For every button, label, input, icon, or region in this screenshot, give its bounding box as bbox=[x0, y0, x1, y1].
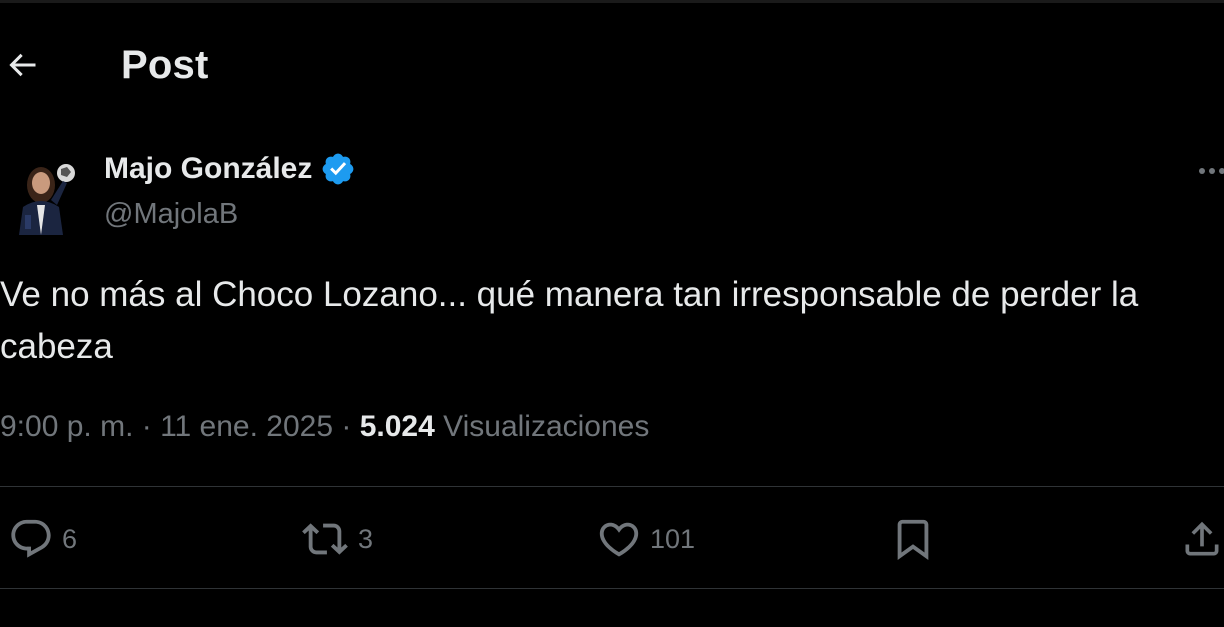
bookmark-button[interactable] bbox=[890, 516, 936, 562]
post-text: Ve no más al Choco Lozano... qué manera … bbox=[0, 269, 1224, 373]
bookmark-icon bbox=[897, 519, 929, 560]
divider-bottom bbox=[0, 588, 1224, 589]
more-options-button[interactable] bbox=[1196, 163, 1224, 183]
share-icon bbox=[1185, 521, 1219, 556]
verified-badge-icon bbox=[320, 151, 356, 187]
repost-icon bbox=[302, 523, 348, 555]
like-button[interactable]: 101 bbox=[596, 516, 695, 562]
reply-button[interactable]: 6 bbox=[8, 516, 77, 562]
meta-separator: · bbox=[341, 410, 360, 443]
post-date[interactable]: 11 ene. 2025 bbox=[160, 410, 333, 443]
page-title: Post bbox=[121, 43, 209, 87]
header: Post bbox=[0, 33, 1224, 97]
meta-separator: · bbox=[141, 410, 161, 443]
heart-icon bbox=[599, 522, 639, 557]
avatar[interactable] bbox=[11, 155, 83, 235]
views-label: Visualizaciones bbox=[443, 410, 650, 443]
arrow-left-icon bbox=[9, 53, 36, 77]
author-name-text: Majo González bbox=[104, 152, 313, 185]
post-text-line-1: Ve no más al Choco Lozano... qué manera … bbox=[0, 275, 1139, 314]
back-button[interactable] bbox=[2, 45, 42, 85]
share-button[interactable] bbox=[1180, 516, 1224, 562]
views-count: 5.024 bbox=[359, 410, 444, 443]
repost-button[interactable]: 3 bbox=[300, 516, 373, 562]
more-dots-icon bbox=[1199, 168, 1224, 174]
action-bar: 6 3 101 bbox=[0, 508, 1224, 572]
like-count: 101 bbox=[650, 523, 696, 554]
repost-count: 3 bbox=[358, 523, 374, 554]
post-time[interactable]: 9:00 p. m. bbox=[0, 410, 133, 443]
author-handle[interactable]: @MajolaB bbox=[104, 198, 238, 231]
author-name[interactable]: Majo González bbox=[104, 151, 356, 187]
post-text-line-2: cabeza bbox=[0, 327, 113, 366]
post-screen: Post Majo González @MajolaB Ve no más al… bbox=[0, 0, 1224, 627]
reply-icon bbox=[11, 519, 51, 558]
divider-top bbox=[0, 486, 1224, 487]
reply-count: 6 bbox=[62, 523, 78, 554]
post-meta: 9:00 p. m. · 11 ene. 2025 · 5.024 Visual… bbox=[0, 410, 649, 444]
